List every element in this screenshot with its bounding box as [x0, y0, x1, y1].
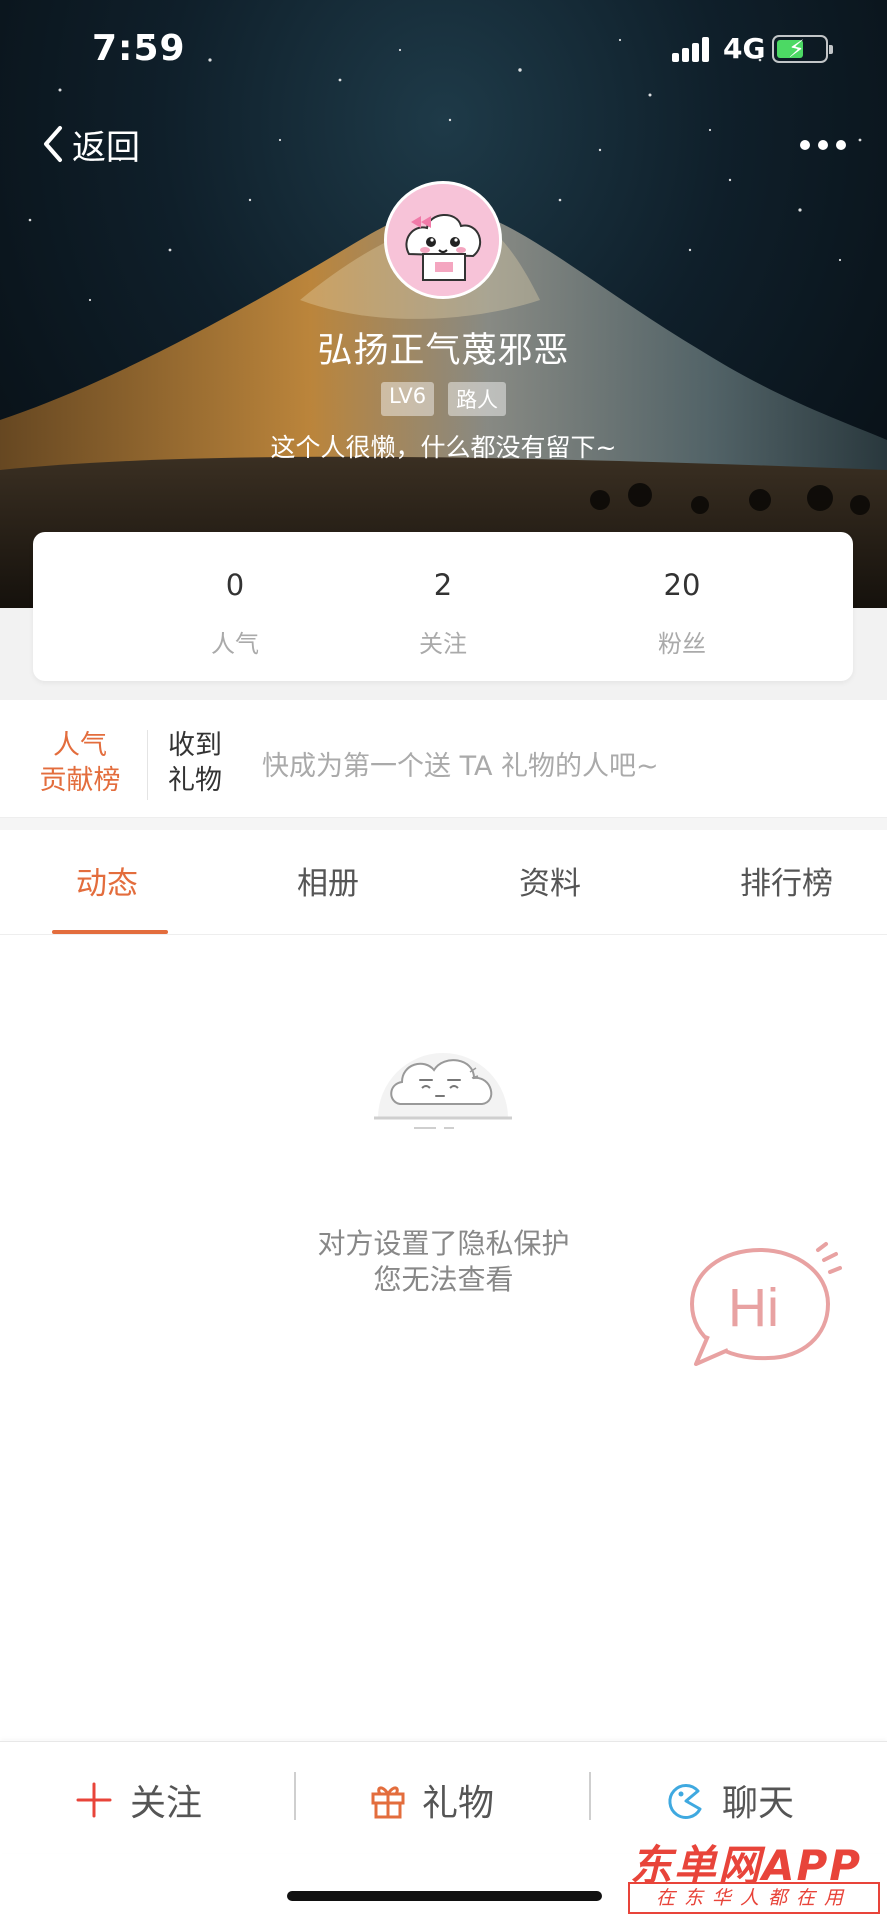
stat-value: 0: [225, 568, 245, 602]
say-hi-button[interactable]: Hi: [684, 1238, 844, 1368]
home-indicator[interactable]: [287, 1891, 602, 1901]
divider: [294, 1772, 296, 1820]
stat-value: 2: [433, 568, 453, 602]
back-label: 返回: [72, 127, 140, 168]
chat-label: 聊天: [722, 1783, 795, 1824]
follow-button[interactable]: 关注: [74, 1772, 202, 1828]
stat-label: 人气: [211, 630, 259, 658]
tab-profile-info[interactable]: 资料: [519, 858, 581, 903]
network-type: 4G: [723, 32, 766, 65]
profile-tabs: 动态 相册 资料 排行榜: [0, 830, 887, 935]
watermark-logo: 东单网APP 在东华人都在用: [622, 1832, 887, 1919]
rank-line2: 贡献榜: [39, 765, 121, 796]
tab-dynamics[interactable]: 动态: [76, 858, 138, 903]
chevron-left-icon: [44, 126, 62, 162]
tab-album[interactable]: 相册: [297, 858, 359, 903]
profile-header-background: 7:59 4G ⚡ 返回 弘扬正气蔑邪恶 LV6 路人 这个人很懒，什么都没有留…: [0, 0, 887, 608]
stat-followers[interactable]: 20 粉丝: [562, 532, 802, 681]
user-tags: LV6 路人: [0, 382, 887, 416]
gift-row: 人气 贡献榜 收到 礼物 快成为第一个送 TA 礼物的人吧~: [0, 700, 887, 818]
hi-text: Hi: [728, 1278, 779, 1338]
chat-button[interactable]: 聊天: [664, 1772, 794, 1828]
popularity-contribution-rank-link[interactable]: 人气 贡献榜: [30, 728, 130, 798]
watermark-subtitle: 在东华人都在用: [628, 1882, 880, 1914]
role-badge: 路人: [448, 382, 507, 416]
cloud-girl-avatar-icon: [387, 184, 499, 296]
chat-icon: [668, 1783, 702, 1819]
received-line1: 收到: [168, 730, 222, 761]
stat-label: 关注: [419, 630, 467, 658]
rank-line1: 人气: [53, 730, 107, 761]
stat-following[interactable]: 2 关注: [323, 532, 563, 681]
status-bar: 7:59 4G ⚡: [0, 0, 887, 100]
user-nickname: 弘扬正气蔑邪恶: [317, 331, 570, 371]
received-line2: 礼物: [168, 765, 222, 796]
gift-hint-text: 快成为第一个送 TA 礼物的人吧~: [262, 751, 659, 782]
hi-speech-bubble-icon: Hi: [689, 1242, 842, 1366]
gift-icon: [371, 1786, 405, 1819]
back-button[interactable]: 返回: [38, 118, 140, 170]
gift-label: 礼物: [422, 1783, 495, 1824]
level-badge: LV6: [380, 382, 435, 416]
plus-icon: [76, 1782, 112, 1818]
more-options-button[interactable]: [796, 128, 852, 162]
battery-charging-icon: ⚡: [772, 35, 833, 63]
more-dots-icon: [800, 140, 810, 150]
stat-popularity[interactable]: 0 人气: [115, 532, 355, 681]
divider: [147, 730, 148, 800]
active-tab-indicator: [52, 930, 168, 934]
divider: [589, 1772, 591, 1820]
sleepy-cloud-icon: [374, 1053, 512, 1129]
cellular-signal-icon: [672, 36, 712, 62]
section-separator: [0, 818, 887, 830]
avatar[interactable]: [384, 181, 502, 299]
stats-card: 0 人气 2 关注 20 粉丝: [33, 532, 853, 681]
tab-leaderboard[interactable]: 排行榜: [740, 858, 833, 903]
stat-value: 20: [663, 568, 701, 602]
received-gifts-label: 收到 礼物: [168, 728, 234, 798]
status-time: 7:59: [92, 28, 186, 69]
follow-label: 关注: [130, 1783, 203, 1824]
user-bio: 这个人很懒，什么都没有留下~: [270, 433, 617, 462]
stat-label: 粉丝: [658, 630, 706, 658]
gift-button[interactable]: 礼物: [370, 1772, 494, 1828]
